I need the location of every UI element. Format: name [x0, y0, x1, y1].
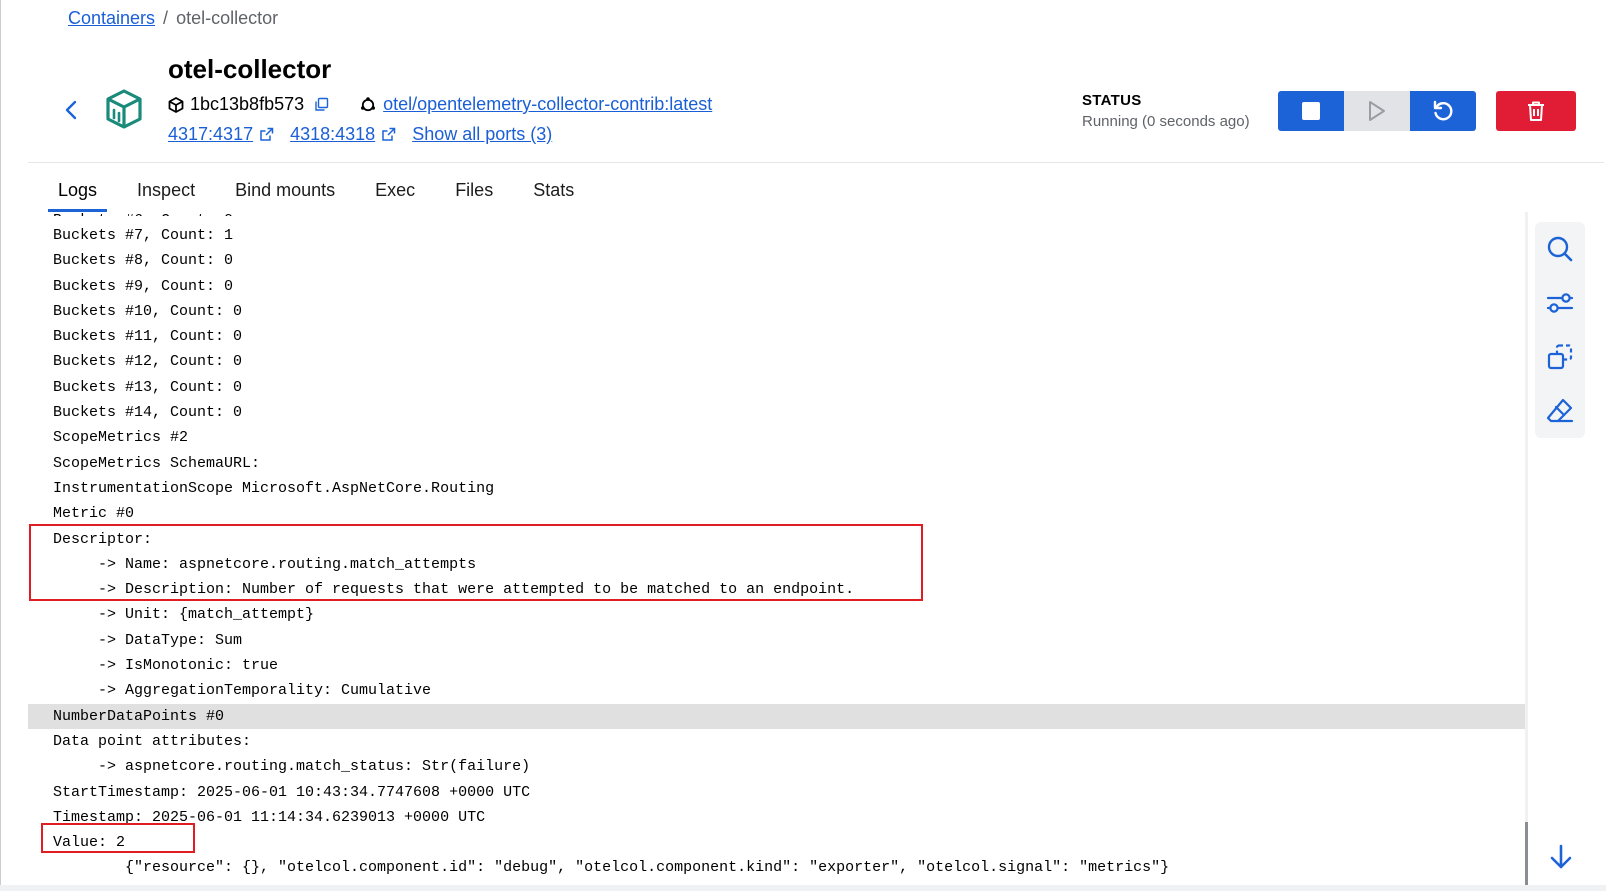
breadcrumb-containers-link[interactable]: Containers	[68, 8, 155, 28]
search-logs-button[interactable]	[1535, 222, 1585, 276]
log-line: -> aspnetcore.routing.match_status: Str(…	[53, 758, 531, 776]
start-button[interactable]	[1344, 91, 1410, 131]
show-all-ports-link[interactable]: Show all ports (3)	[412, 124, 552, 145]
stop-button[interactable]	[1278, 91, 1344, 131]
log-line: Value: 2	[53, 834, 126, 852]
breadcrumb: Containers / otel-collector	[68, 8, 278, 29]
log-line: -> DataType: Sum	[53, 631, 243, 649]
log-scrollbar-thumb[interactable]	[1525, 822, 1528, 891]
log-line: Metric #0	[53, 505, 135, 523]
image-icon	[361, 96, 376, 111]
log-line: Buckets #12, Count: 0	[53, 353, 243, 371]
log-line: Timestamp: 2025-06-01 11:14:34.6239013 +…	[53, 808, 486, 826]
container-meta: 1bc13b8fb573 otel/opentelemetry-collecto…	[168, 94, 712, 115]
log-line: ScopeMetrics SchemaURL:	[53, 454, 261, 472]
stop-icon	[1302, 102, 1320, 120]
log-line: -> AggregationTemporality: Cumulative	[53, 682, 432, 700]
trash-icon	[1528, 101, 1544, 121]
filter-icon	[1546, 293, 1574, 313]
log-scrollbar[interactable]	[1525, 212, 1528, 891]
scroll-to-bottom-button[interactable]	[1546, 842, 1576, 872]
clear-logs-button[interactable]	[1535, 384, 1585, 438]
window-left-border	[0, 0, 1, 891]
tab-bind-mounts[interactable]: Bind mounts	[225, 176, 345, 212]
cube-icon	[168, 96, 184, 113]
chevron-left-icon	[65, 100, 77, 120]
container-id: 1bc13b8fb573	[190, 94, 305, 114]
log-line: Data point attributes:	[53, 732, 252, 750]
log-line: Buckets #8, Count: 0	[53, 252, 234, 270]
search-icon	[1547, 236, 1573, 262]
play-icon	[1369, 101, 1385, 121]
ports-row: 4317:4317 4318:4318 Show all ports (3)	[168, 124, 552, 145]
restart-icon	[1433, 100, 1453, 121]
annotation-box-descriptor	[29, 524, 923, 601]
log-line-clipped: Buckets #6, Count: 0	[53, 212, 233, 216]
tab-inspect[interactable]: Inspect	[127, 176, 205, 212]
external-link-icon[interactable]	[259, 127, 274, 142]
delete-button[interactable]	[1496, 91, 1576, 131]
tab-exec[interactable]: Exec	[365, 176, 425, 212]
log-line: ScopeMetrics #2	[53, 429, 189, 447]
tab-files[interactable]: Files	[445, 176, 503, 212]
log-line: Buckets #9, Count: 0	[53, 277, 234, 295]
tab-logs[interactable]: Logs	[48, 176, 108, 212]
log-toolbar	[1535, 222, 1585, 438]
eraser-icon	[1546, 398, 1574, 423]
status-value: Running (0 seconds ago)	[1082, 113, 1250, 130]
log-line: -> IsMonotonic: true	[53, 657, 279, 675]
copy-id-icon[interactable]	[314, 97, 329, 112]
filter-logs-button[interactable]	[1535, 276, 1585, 330]
copy-icon	[1547, 344, 1573, 370]
image-link[interactable]: otel/opentelemetry-collector-contrib:lat…	[383, 94, 712, 115]
restart-button[interactable]	[1410, 91, 1476, 131]
annotation-box-value	[41, 823, 195, 853]
container-icon	[104, 88, 144, 130]
port-link-4318[interactable]: 4318:4318	[290, 124, 375, 145]
log-line: Buckets #11, Count: 0	[53, 328, 243, 346]
arrow-down-icon	[1550, 844, 1572, 869]
log-line: Buckets #13, Count: 0	[53, 378, 243, 396]
header-divider	[28, 162, 1604, 163]
breadcrumb-current: otel-collector	[176, 8, 279, 28]
tab-bar: Logs Inspect Bind mounts Exec Files Stat…	[48, 176, 604, 212]
log-line-highlighted: NumberDataPoints #0	[28, 703, 1528, 729]
copy-logs-button[interactable]	[1535, 330, 1585, 384]
external-link-icon[interactable]	[381, 127, 396, 142]
log-line: Buckets #10, Count: 0	[53, 302, 243, 320]
log-line: InstrumentationScope Microsoft.AspNetCor…	[53, 479, 495, 497]
log-line: Buckets #14, Count: 0	[53, 404, 243, 422]
log-line: -> Unit: {match_attempt}	[53, 606, 315, 624]
tab-stats[interactable]: Stats	[523, 176, 584, 212]
log-line: {"resource": {}, "otelcol.component.id":…	[53, 859, 1170, 877]
status-block: STATUS Running (0 seconds ago)	[1082, 92, 1250, 130]
port-link-4317[interactable]: 4317:4317	[168, 124, 253, 145]
log-line: StartTimestamp: 2025-06-01 10:43:34.7747…	[53, 783, 531, 801]
bottom-edge	[0, 885, 1606, 891]
breadcrumb-separator: /	[163, 8, 169, 28]
log-line: Buckets #7, Count: 1	[53, 227, 234, 244]
container-action-group	[1278, 91, 1476, 131]
back-button[interactable]	[60, 96, 82, 124]
container-name: otel-collector	[168, 54, 332, 84]
status-label: STATUS	[1082, 92, 1142, 109]
